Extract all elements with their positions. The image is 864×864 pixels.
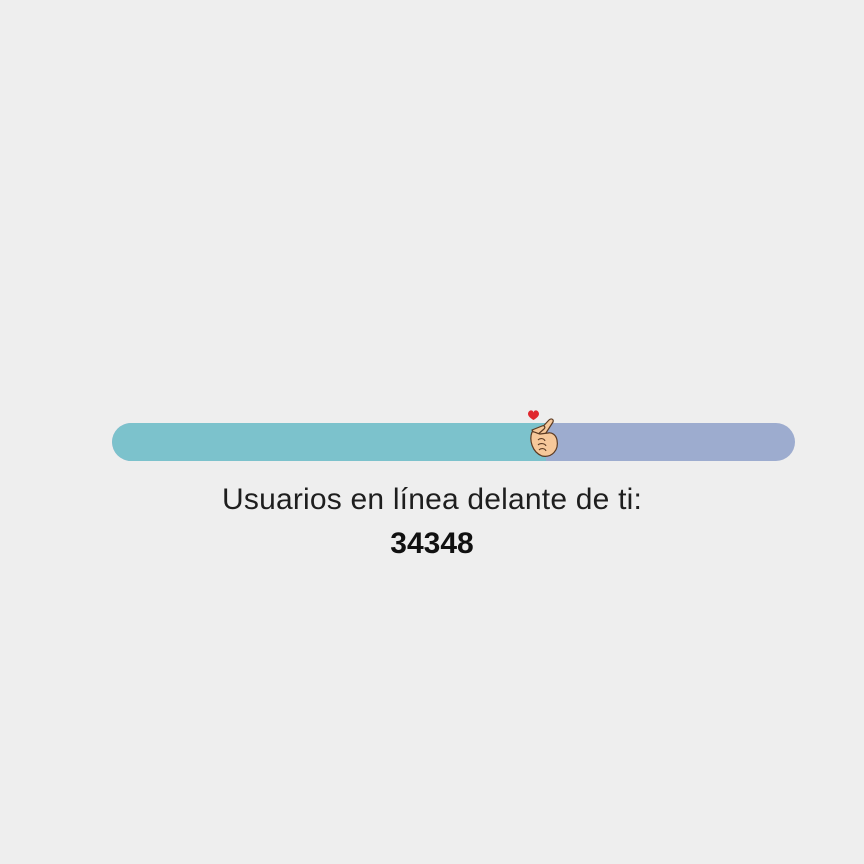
queue-progress-bar bbox=[112, 423, 795, 461]
queue-count: 34348 bbox=[390, 527, 474, 560]
queue-label: Usuarios en línea delante de ti: bbox=[222, 483, 642, 516]
finger-heart-icon bbox=[524, 400, 568, 466]
queue-progress-fill bbox=[112, 423, 546, 461]
queue-screen: Usuarios en línea delante de ti: 34348 bbox=[0, 0, 864, 864]
